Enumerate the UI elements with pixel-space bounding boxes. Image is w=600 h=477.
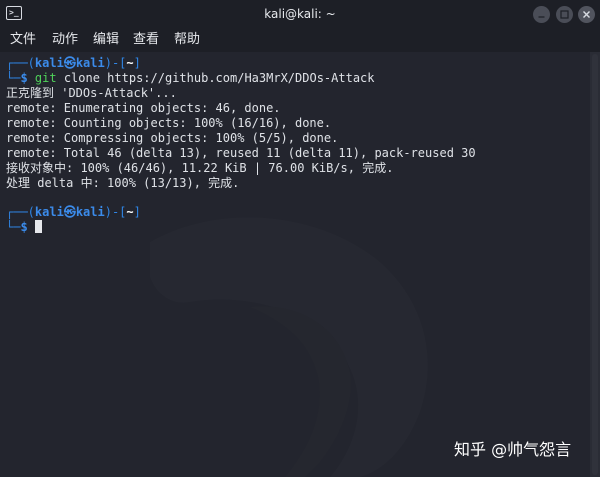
terminal-output[interactable]: ┌──(kali㉿kali)-[~] └─$ git clone https:/… xyxy=(0,52,590,477)
minimize-icon xyxy=(538,16,545,18)
maximize-icon xyxy=(560,10,569,19)
output-line: remote: Compressing objects: 100% (5/5),… xyxy=(6,131,339,145)
output-line: remote: Total 46 (delta 13), reused 11 (… xyxy=(6,146,476,160)
output-line: 接收对象中: 100% (46/46), 11.22 KiB | 76.00 K… xyxy=(6,161,394,175)
terminal-window: >_ kali@kali: ~ 文件 动作 编辑 查看 帮助 ┌──(kali㉿… xyxy=(0,0,600,477)
minimize-button[interactable] xyxy=(533,6,550,23)
vertical-scrollbar[interactable] xyxy=(590,52,600,477)
command-line-2: └─$ xyxy=(6,220,42,235)
menu-action[interactable]: 动作 xyxy=(52,28,78,52)
command-line-1: └─$ git clone https://github.com/Ha3MrX/… xyxy=(6,71,375,85)
menu-view[interactable]: 查看 xyxy=(133,28,159,52)
text-cursor xyxy=(34,220,42,233)
prompt-line-2: ┌──(kali㉿kali)-[~] xyxy=(6,205,141,219)
close-icon xyxy=(583,11,590,18)
window-title: kali@kali: ~ xyxy=(264,7,336,21)
scrollbar-thumb[interactable] xyxy=(592,54,598,475)
output-line: 正克隆到 'DDOs-Attack'... xyxy=(6,86,177,100)
zhihu-watermark: 知乎 @帅气怨言 xyxy=(454,440,572,459)
menu-bar: 文件 动作 编辑 查看 帮助 xyxy=(0,28,600,52)
close-button[interactable] xyxy=(578,6,595,23)
prompt-line-1: ┌──(kali㉿kali)-[~] xyxy=(6,56,141,70)
menu-help[interactable]: 帮助 xyxy=(174,28,200,52)
title-bar[interactable]: >_ kali@kali: ~ xyxy=(0,0,600,28)
output-line: remote: Enumerating objects: 46, done. xyxy=(6,101,281,115)
output-line: remote: Counting objects: 100% (16/16), … xyxy=(6,116,332,130)
output-line: 处理 delta 中: 100% (13/13), 完成. xyxy=(6,176,240,190)
maximize-button[interactable] xyxy=(556,6,573,23)
menu-edit[interactable]: 编辑 xyxy=(93,28,119,52)
menu-file[interactable]: 文件 xyxy=(10,28,36,52)
